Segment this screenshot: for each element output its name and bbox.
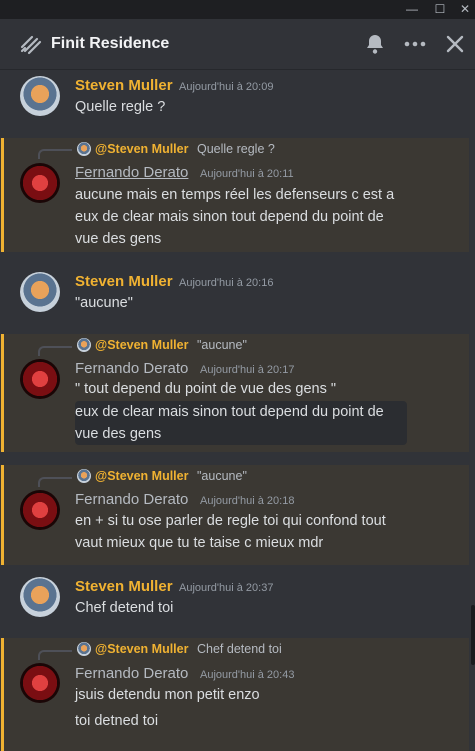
- author-name[interactable]: Steven Muller: [75, 273, 173, 290]
- more-icon[interactable]: [403, 32, 427, 56]
- reply-preview[interactable]: "aucune": [197, 338, 247, 352]
- author-name[interactable]: Steven Muller: [75, 77, 173, 94]
- timestamp: Aujourd'hui à 20:43: [200, 669, 295, 681]
- thread-icon: [20, 35, 42, 55]
- reply-connector: [38, 346, 72, 356]
- mention-bar: [1, 334, 4, 452]
- avatar[interactable]: [20, 272, 60, 312]
- message-text: en + si tu ose parler de regle toi qui c…: [75, 513, 386, 551]
- timestamp: Aujourd'hui à 20:37: [179, 582, 274, 594]
- message-text: aucune mais en temps réel les defenseurs…: [75, 187, 395, 247]
- reply-connector: [38, 149, 72, 159]
- avatar[interactable]: [20, 163, 60, 203]
- reply-avatar: [77, 142, 91, 156]
- author-name[interactable]: Fernando Derato: [75, 360, 188, 377]
- scrollbar-thumb[interactable]: [471, 605, 475, 665]
- maximize-button[interactable]: ☐: [430, 1, 450, 17]
- mention-bar: [1, 638, 4, 751]
- reply-author[interactable]: @Steven Muller: [95, 142, 188, 156]
- reply-author[interactable]: @Steven Muller: [95, 338, 188, 352]
- timestamp: Aujourd'hui à 20:18: [200, 495, 295, 507]
- timestamp: Aujourd'hui à 20:17: [200, 364, 295, 376]
- message-text: jsuis detendu mon petit enzo: [75, 687, 260, 703]
- message-text-selected: eux de clear mais sinon tout depend du p…: [75, 401, 407, 445]
- message-text: Chef detend toi: [75, 600, 174, 616]
- reply-preview[interactable]: "aucune": [197, 469, 247, 483]
- message-text: Quelle regle ?: [75, 99, 166, 115]
- channel-header: Finit Residence: [0, 19, 475, 70]
- close-icon[interactable]: [443, 32, 467, 56]
- avatar[interactable]: [20, 577, 60, 617]
- timestamp: Aujourd'hui à 20:09: [179, 81, 274, 93]
- message-text: toi detned toi: [75, 713, 159, 729]
- author-name[interactable]: Fernando Derato: [75, 164, 188, 181]
- mention-bar: [1, 138, 4, 252]
- reply-avatar: [77, 642, 91, 656]
- channel-title: Finit Residence: [51, 35, 170, 52]
- reply-author[interactable]: @Steven Muller: [95, 642, 188, 656]
- reply-preview[interactable]: Quelle regle ?: [197, 142, 275, 156]
- reply-author[interactable]: @Steven Muller: [95, 469, 188, 483]
- avatar[interactable]: [20, 663, 60, 703]
- window-titlebar: — ☐ ✕: [0, 0, 475, 19]
- avatar[interactable]: [20, 359, 60, 399]
- minimize-button[interactable]: —: [402, 1, 422, 17]
- window-close-button[interactable]: ✕: [455, 1, 475, 17]
- mention-bar: [1, 465, 4, 565]
- message-text: "aucune": [75, 295, 133, 311]
- bell-icon[interactable]: [363, 32, 387, 56]
- reply-connector: [38, 650, 72, 660]
- avatar[interactable]: [20, 490, 60, 530]
- timestamp: Aujourd'hui à 20:16: [179, 277, 274, 289]
- author-name[interactable]: Fernando Derato: [75, 491, 188, 508]
- reply-avatar: [77, 469, 91, 483]
- message-list: Steven Muller Aujourd'hui à 20:09 Quelle…: [0, 70, 475, 751]
- author-name[interactable]: Steven Muller: [75, 578, 173, 595]
- reply-preview[interactable]: Chef detend toi: [197, 642, 282, 656]
- author-name[interactable]: Fernando Derato: [75, 665, 188, 682]
- timestamp: Aujourd'hui à 20:11: [200, 168, 294, 180]
- reply-connector: [38, 477, 72, 487]
- message-text: " tout depend du point de vue des gens ": [75, 381, 337, 397]
- avatar[interactable]: [20, 76, 60, 116]
- reply-avatar: [77, 338, 91, 352]
